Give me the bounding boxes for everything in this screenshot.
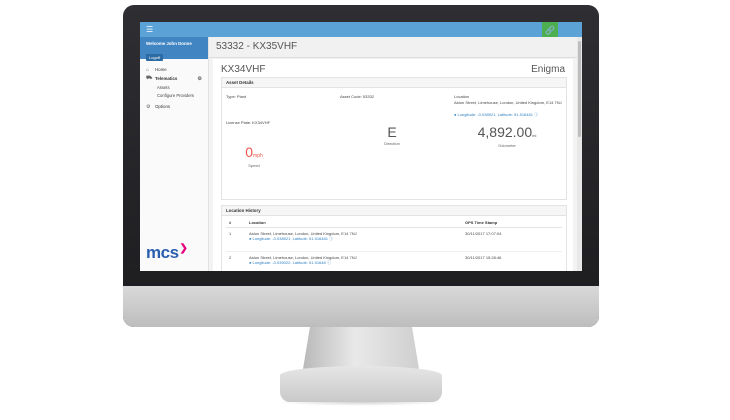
location-history-table: # Location GPS Time Stamp 1 Aston Street… <box>226 218 562 271</box>
odometer-label: Odometer <box>498 143 516 148</box>
link-icon: 🔗 <box>545 25 555 35</box>
monitor-chin <box>123 286 599 327</box>
top-bar: ☰ 🔗 <box>140 22 582 38</box>
direction-value: E <box>387 124 397 140</box>
table-row[interactable]: 2 Aston Street, Limehouse, London, Unite… <box>226 251 562 271</box>
scrollbar-thumb[interactable] <box>578 41 581 137</box>
row-number: 1 <box>226 227 246 252</box>
scrollbar[interactable] <box>577 37 582 271</box>
sidebar-item-telematics[interactable]: ⛟ Telematics ⚙ <box>140 74 208 83</box>
map-pin-icon: ● <box>249 236 252 241</box>
location-history-panel: Location History # Location GPS Time Sta… <box>221 205 567 271</box>
asset-code: Asset Code: 53332 <box>340 94 375 99</box>
table-header-row: # Location GPS Time Stamp <box>226 218 562 228</box>
column-header-number: # <box>226 218 246 228</box>
row-location: Aston Street, Limehouse, London, United … <box>246 227 462 252</box>
brand-chevron-icon: ❯ <box>179 243 188 254</box>
column-header-gps-time: GPS Time Stamp <box>462 218 562 228</box>
sidebar-nav: ⌂ Home ⛟ Telematics ⚙ Assets Configure P… <box>140 59 208 111</box>
main-content: 53332 - KX35VHF KX34VHF Enigma Asset Det… <box>209 37 582 271</box>
speed-value: 0 <box>245 144 254 160</box>
row-coords: Longitude: -0.038921, Latitude: 51.51648… <box>252 236 328 241</box>
asset-details-panel: Asset Details Type: Plant Asset Code: 53… <box>221 77 567 200</box>
brand-name: mcs <box>146 243 179 262</box>
monitor-stand-neck <box>303 327 419 369</box>
row-coords: Longitude: -0.039022, Latitude: 51.51648 <box>252 260 326 265</box>
sidebar-item-label: Home <box>155 67 167 72</box>
hamburger-icon[interactable]: ☰ <box>146 25 153 34</box>
row-number: 2 <box>226 251 246 271</box>
location-coords-link[interactable]: ● Longitude: -0.038921, Latitude: 51.516… <box>454 112 538 118</box>
table-row[interactable]: 1 Aston Street, Limehouse, London, Unite… <box>226 227 562 252</box>
odometer-metric: 4,892.00mi Odometer <box>472 124 542 148</box>
row-location: Aston Street, Limehouse, London, United … <box>246 251 462 271</box>
info-icon: ⓘ <box>329 236 334 241</box>
sidebar: Welcome John Donne Logoff ⌂ Home ⛟ Telem… <box>140 37 209 271</box>
sidebar-item-label: Options <box>155 104 171 109</box>
info-icon: ⓘ <box>534 112 539 117</box>
home-icon: ⌂ <box>146 66 150 73</box>
user-box: Welcome John Donne Logoff <box>140 37 208 61</box>
logoff-button[interactable]: Logoff <box>146 54 164 61</box>
column-header-location: Location <box>246 218 462 228</box>
speed-label: Speed <box>248 163 260 168</box>
speed-unit: mph <box>253 153 263 159</box>
welcome-text: Welcome John Donne <box>146 41 192 46</box>
monitor-stand-base <box>280 366 442 402</box>
page-title: 53332 - KX35VHF <box>216 41 298 52</box>
page-title-bar: 53332 - KX35VHF <box>209 37 582 58</box>
panel-heading: Asset Details <box>222 78 566 88</box>
location-coords: Longitude: -0.038921, Latitude: 51.51648… <box>457 112 533 117</box>
map-pin-icon: ● <box>249 260 252 265</box>
settings-icon[interactable]: ⚙ <box>198 76 202 82</box>
row-time: 30/11/2017 17:07:04 <box>462 227 562 252</box>
row-coords-link[interactable]: ● Longitude: -0.039022, Latitude: 51.516… <box>249 260 459 266</box>
panel-heading: Location History <box>222 206 566 216</box>
link-button[interactable]: 🔗 <box>542 22 558 38</box>
options-icon: ⚙ <box>146 103 151 110</box>
truck-icon: ⛟ <box>146 75 153 81</box>
row-time: 30/11/2017 15:28:46 <box>462 251 562 271</box>
direction-metric: E Direction <box>372 124 412 146</box>
speed-metric: 0mph Speed <box>234 144 274 168</box>
content-card: KX34VHF Enigma Asset Details Type: Plant… <box>213 59 573 271</box>
location-label: Location <box>454 94 470 99</box>
direction-label: Direction <box>384 141 400 146</box>
mcs-logo: mcs❯ <box>146 243 188 263</box>
odometer-value: 4,892.00 <box>477 124 533 140</box>
license-plate: License Plate: KX34VHF <box>226 120 271 125</box>
monitor-screen: ☰ 🔗 Welcome John Donne Logoff ⌂ Home ⛟ T… <box>140 22 582 271</box>
sidebar-item-assets[interactable]: Assets <box>140 83 208 91</box>
provider-name: Enigma <box>531 64 565 75</box>
info-icon: ⓘ <box>326 260 331 265</box>
sidebar-item-configure-providers[interactable]: Configure Providers <box>140 91 208 99</box>
location-address: Aston Street, Limehouse, London, United … <box>454 100 562 105</box>
map-pin-icon: ● <box>454 112 457 117</box>
sidebar-item-label: Telematics <box>155 76 178 81</box>
asset-type: Type: Plant <box>226 94 247 99</box>
sidebar-item-options[interactable]: ⚙ Options <box>140 102 208 111</box>
sidebar-item-home[interactable]: ⌂ Home <box>140 65 208 74</box>
asset-title: KX34VHF <box>221 64 266 75</box>
row-coords-link[interactable]: ● Longitude: -0.038921, Latitude: 51.516… <box>249 236 459 242</box>
odometer-unit: mi <box>532 133 537 138</box>
